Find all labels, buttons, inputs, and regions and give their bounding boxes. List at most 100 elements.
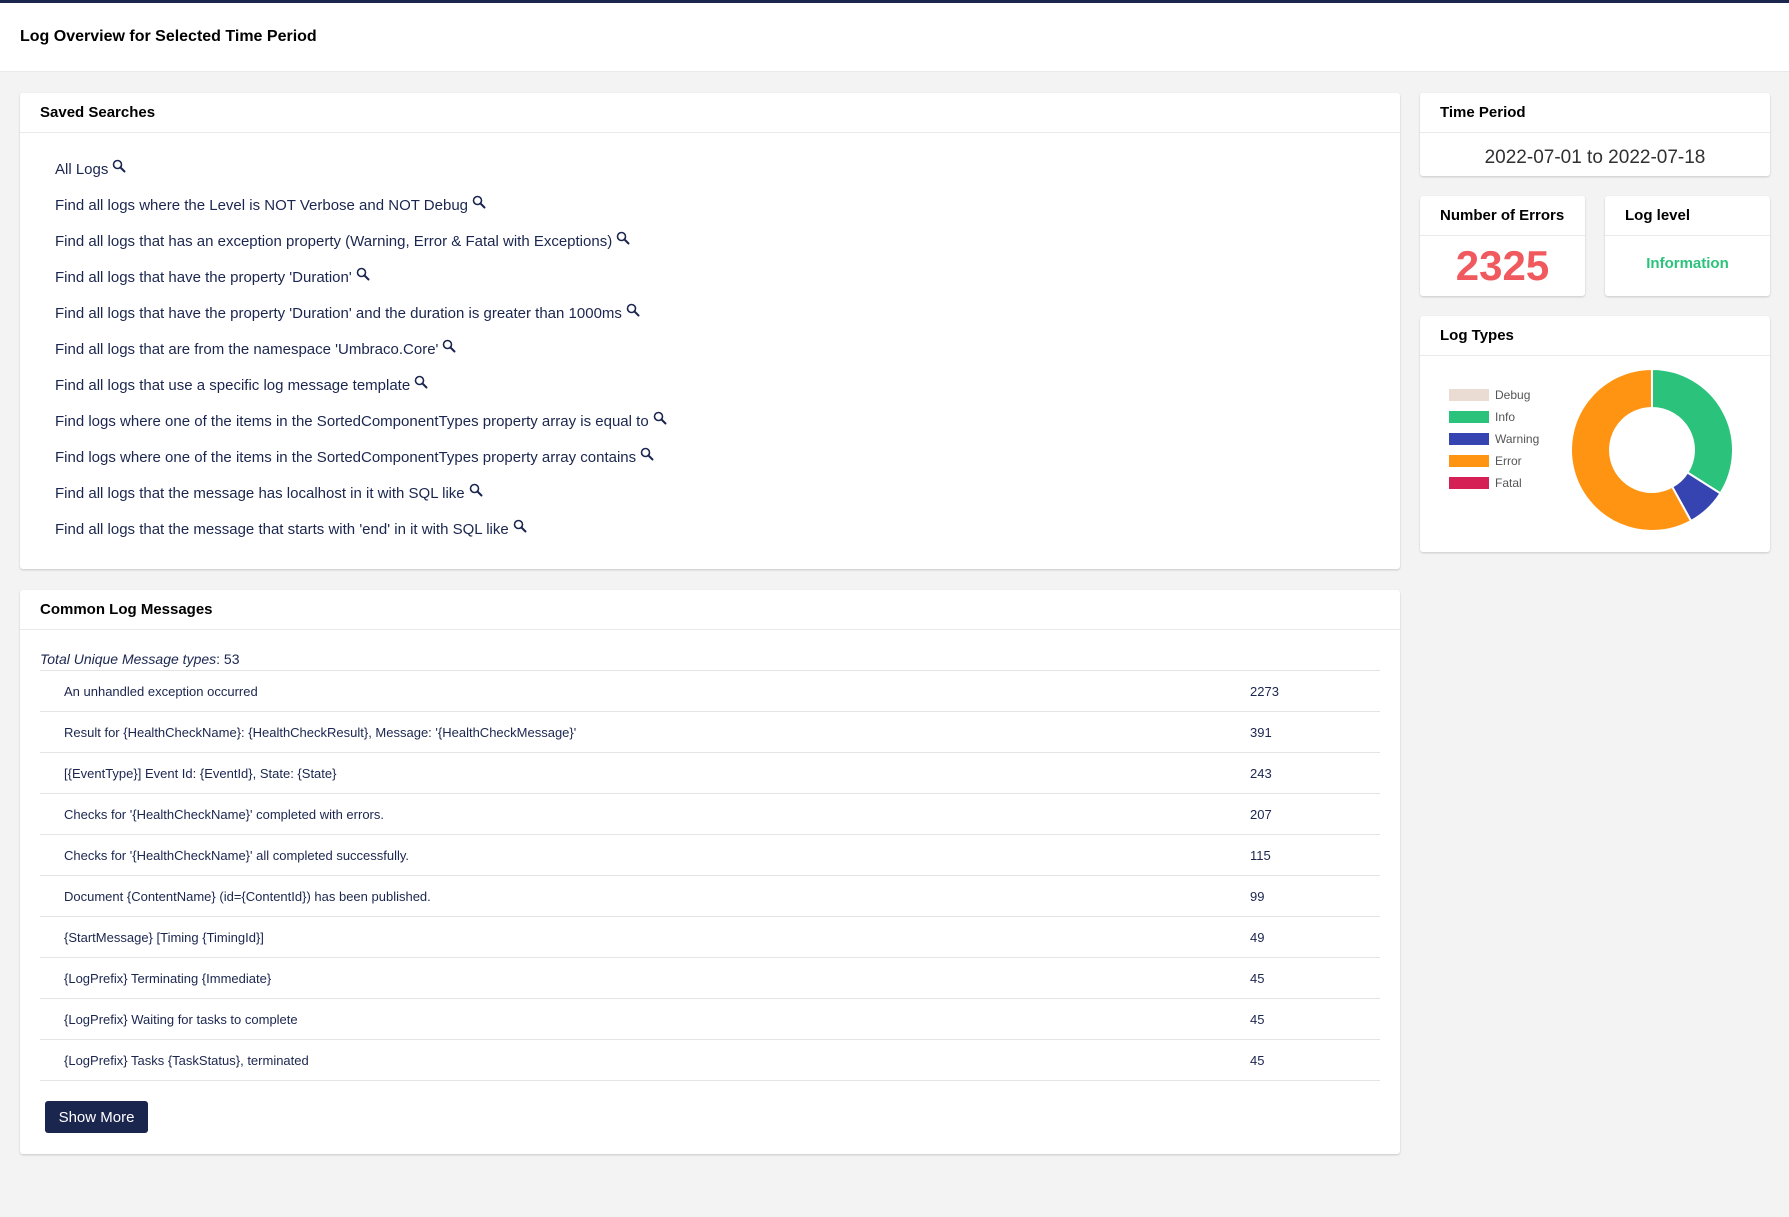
legend-label: Debug (1495, 388, 1531, 402)
message-template[interactable]: Result for {HealthCheckName}: {HealthChe… (40, 711, 1250, 753)
saved-search-label[interactable]: Find all logs that use a specific log me… (55, 377, 410, 394)
magnifier-icon[interactable] (616, 231, 630, 245)
log-level-value: Information (1646, 255, 1729, 272)
table-row[interactable]: Checks for '{HealthCheckName}' all compl… (40, 834, 1380, 876)
table-row[interactable]: {LogPrefix} Tasks {TaskStatus}, terminat… (40, 1039, 1380, 1081)
saved-search-item[interactable]: Find all logs that have the property 'Du… (55, 267, 1400, 305)
legend-swatch (1449, 411, 1489, 423)
table-row[interactable]: [{EventType}] Event Id: {EventId}, State… (40, 752, 1380, 794)
show-more-button[interactable]: Show More (45, 1101, 148, 1133)
legend-swatch (1449, 389, 1489, 401)
message-template[interactable]: An unhandled exception occurred (40, 670, 1250, 712)
saved-search-item[interactable]: Find all logs that the message has local… (55, 483, 1400, 521)
time-period-value: 2022-07-01 to 2022-07-18 (1484, 147, 1706, 168)
log-types-panel: Log Types Debug Info Warning Error Fatal (1420, 316, 1770, 552)
saved-search-label[interactable]: Find all logs that have the property 'Du… (55, 269, 352, 286)
legend-item-fatal[interactable]: Fatal (1449, 472, 1539, 494)
saved-search-label[interactable]: Find all logs that are from the namespac… (55, 341, 438, 358)
saved-search-item[interactable]: Find all logs that use a specific log me… (55, 375, 1400, 413)
legend-label: Error (1495, 454, 1522, 468)
saved-search-item[interactable]: Find all logs that the message that star… (55, 519, 1400, 557)
magnifier-icon[interactable] (640, 447, 654, 461)
magnifier-icon[interactable] (469, 483, 483, 497)
message-count: 2273 (1250, 670, 1380, 712)
number-of-errors-title: Number of Errors (1420, 196, 1585, 236)
time-period-panel: Time Period 2022-07-01 to 2022-07-18 (1420, 93, 1770, 176)
message-template[interactable]: [{EventType}] Event Id: {EventId}, State… (40, 752, 1250, 794)
saved-search-item[interactable]: All Logs (55, 159, 1400, 197)
common-messages-table: An unhandled exception occurred 2273 Resul… (40, 670, 1380, 1081)
magnifier-icon[interactable] (653, 411, 667, 425)
message-count: 99 (1250, 875, 1380, 917)
saved-searches-panel: Saved Searches All Logs Find all logs whe… (20, 93, 1400, 569)
time-period-title: Time Period (1420, 93, 1770, 133)
table-row[interactable]: Checks for '{HealthCheckName}' completed… (40, 793, 1380, 835)
page-header: Log Overview for Selected Time Period (0, 0, 1789, 72)
log-level-panel: Log level Information (1605, 196, 1770, 296)
saved-search-item[interactable]: Find all logs that has an exception prop… (55, 231, 1400, 269)
message-count: 45 (1250, 957, 1380, 999)
total-unique-message-types: Total Unique Message types: 53 (40, 651, 240, 667)
legend-item-warning[interactable]: Warning (1449, 428, 1539, 450)
page-title: Log Overview for Selected Time Period (20, 28, 317, 45)
magnifier-icon[interactable] (513, 519, 527, 533)
message-count: 207 (1250, 793, 1380, 835)
message-template[interactable]: {LogPrefix} Tasks {TaskStatus}, terminat… (40, 1039, 1250, 1081)
saved-searches-title: Saved Searches (20, 93, 1400, 133)
log-types-donut-chart (1570, 368, 1734, 532)
chart-legend: Debug Info Warning Error Fatal (1449, 384, 1539, 494)
log-types-title: Log Types (1420, 316, 1770, 356)
legend-label: Info (1495, 410, 1516, 424)
magnifier-icon[interactable] (472, 195, 486, 209)
common-log-messages-title: Common Log Messages (20, 590, 1400, 630)
message-count: 115 (1250, 834, 1380, 876)
legend-item-debug[interactable]: Debug (1449, 384, 1539, 406)
magnifier-icon[interactable] (112, 159, 126, 173)
saved-search-label[interactable]: Find all logs where the Level is NOT Ver… (55, 197, 468, 214)
message-count: 243 (1250, 752, 1380, 794)
magnifier-icon[interactable] (442, 339, 456, 353)
table-row[interactable]: {LogPrefix} Waiting for tasks to complet… (40, 998, 1380, 1040)
message-template[interactable]: {LogPrefix} Terminating {Immediate} (40, 957, 1250, 999)
message-template[interactable]: Document {ContentName} (id={ContentId}) … (40, 875, 1250, 917)
number-of-errors-panel: Number of Errors 2325 (1420, 196, 1585, 296)
saved-search-item[interactable]: Find logs where one of the items in the … (55, 447, 1400, 485)
saved-search-label[interactable]: Find all logs that have the property 'Du… (55, 305, 622, 322)
saved-search-item[interactable]: Find all logs that have the property 'Du… (55, 303, 1400, 341)
saved-search-item[interactable]: Find all logs that are from the namespac… (55, 339, 1400, 377)
legend-swatch (1449, 455, 1489, 467)
message-template[interactable]: Checks for '{HealthCheckName}' completed… (40, 793, 1250, 835)
table-row[interactable]: Document {ContentName} (id={ContentId}) … (40, 875, 1380, 917)
legend-label: Fatal (1495, 476, 1522, 490)
number-of-errors-value: 2325 (1455, 242, 1550, 289)
saved-search-label[interactable]: Find all logs that the message that star… (55, 521, 509, 538)
legend-swatch (1449, 433, 1489, 445)
table-row[interactable]: An unhandled exception occurred 2273 (40, 670, 1380, 712)
message-count: 45 (1250, 998, 1380, 1040)
legend-swatch (1449, 477, 1489, 489)
magnifier-icon[interactable] (414, 375, 428, 389)
table-row[interactable]: {StartMessage} [Timing {TimingId}] 49 (40, 916, 1380, 958)
saved-search-label[interactable]: Find all logs that has an exception prop… (55, 233, 612, 250)
legend-item-info[interactable]: Info (1449, 406, 1539, 428)
message-count: 49 (1250, 916, 1380, 958)
message-template[interactable]: {StartMessage} [Timing {TimingId}] (40, 916, 1250, 958)
saved-search-label[interactable]: Find all logs that the message has local… (55, 485, 465, 502)
saved-search-item[interactable]: Find logs where one of the items in the … (55, 411, 1400, 449)
saved-search-label[interactable]: All Logs (55, 161, 108, 178)
legend-item-error[interactable]: Error (1449, 450, 1539, 472)
magnifier-icon[interactable] (626, 303, 640, 317)
table-row[interactable]: {LogPrefix} Terminating {Immediate} 45 (40, 957, 1380, 999)
log-level-title: Log level (1605, 196, 1770, 236)
total-label: Total Unique Message types (40, 651, 217, 667)
total-value: : 53 (216, 651, 240, 667)
common-log-messages-panel: Common Log Messages Total Unique Message… (20, 590, 1400, 1154)
table-row[interactable]: Result for {HealthCheckName}: {HealthChe… (40, 711, 1380, 753)
message-template[interactable]: Checks for '{HealthCheckName}' all compl… (40, 834, 1250, 876)
message-count: 391 (1250, 711, 1380, 753)
saved-search-label[interactable]: Find logs where one of the items in the … (55, 413, 649, 430)
saved-search-label[interactable]: Find logs where one of the items in the … (55, 449, 636, 466)
magnifier-icon[interactable] (356, 267, 370, 281)
saved-search-item[interactable]: Find all logs where the Level is NOT Ver… (55, 195, 1400, 233)
message-template[interactable]: {LogPrefix} Waiting for tasks to complet… (40, 998, 1250, 1040)
